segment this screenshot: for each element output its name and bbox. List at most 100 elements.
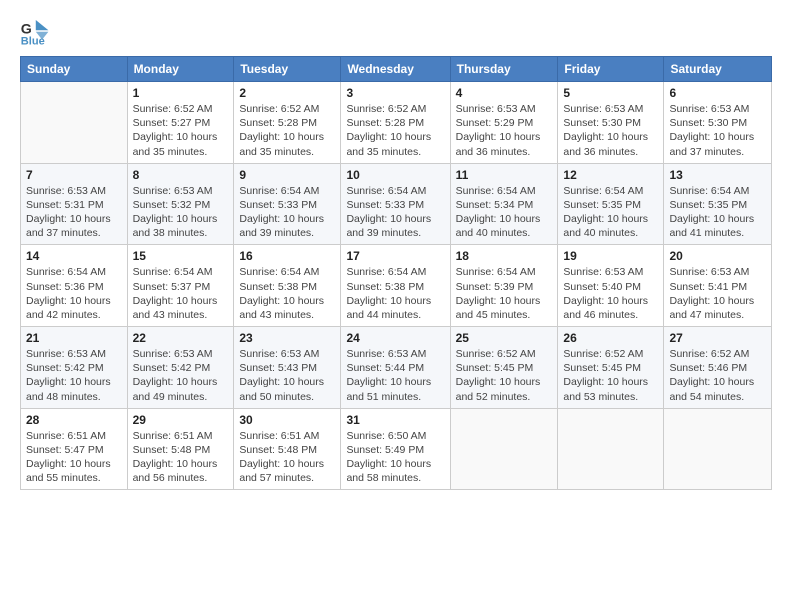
day-info: Sunrise: 6:53 AMSunset: 5:43 PMDaylight:…	[239, 347, 335, 404]
day-info: Sunrise: 6:50 AMSunset: 5:49 PMDaylight:…	[346, 429, 444, 486]
weekday-header-wednesday: Wednesday	[341, 57, 450, 82]
day-number: 26	[563, 331, 658, 345]
logo-icon: G Blue	[20, 16, 50, 46]
day-info: Sunrise: 6:54 AMSunset: 5:35 PMDaylight:…	[669, 184, 766, 241]
calendar-cell: 30 Sunrise: 6:51 AMSunset: 5:48 PMDayligh…	[234, 408, 341, 490]
logo: G Blue	[20, 16, 54, 46]
weekday-header-saturday: Saturday	[664, 57, 772, 82]
day-info: Sunrise: 6:53 AMSunset: 5:29 PMDaylight:…	[456, 102, 553, 159]
day-info: Sunrise: 6:53 AMSunset: 5:32 PMDaylight:…	[133, 184, 229, 241]
svg-text:Blue: Blue	[21, 35, 45, 46]
calendar-cell	[664, 408, 772, 490]
day-info: Sunrise: 6:53 AMSunset: 5:41 PMDaylight:…	[669, 265, 766, 322]
day-info: Sunrise: 6:54 AMSunset: 5:37 PMDaylight:…	[133, 265, 229, 322]
day-number: 9	[239, 168, 335, 182]
day-number: 30	[239, 413, 335, 427]
day-number: 31	[346, 413, 444, 427]
day-info: Sunrise: 6:53 AMSunset: 5:44 PMDaylight:…	[346, 347, 444, 404]
week-row-4: 21 Sunrise: 6:53 AMSunset: 5:42 PMDayligh…	[21, 327, 772, 409]
weekday-header-tuesday: Tuesday	[234, 57, 341, 82]
calendar-cell: 31 Sunrise: 6:50 AMSunset: 5:49 PMDayligh…	[341, 408, 450, 490]
weekday-header-thursday: Thursday	[450, 57, 558, 82]
calendar-cell: 3Sunrise: 6:52 AMSunset: 5:28 PMDaylight…	[341, 82, 450, 164]
calendar-cell: 21 Sunrise: 6:53 AMSunset: 5:42 PMDayligh…	[21, 327, 128, 409]
day-number: 2	[239, 86, 335, 100]
calendar-cell: 5 Sunrise: 6:53 AMSunset: 5:30 PMDaylight…	[558, 82, 664, 164]
day-info: Sunrise: 6:54 AMSunset: 5:36 PMDaylight:…	[26, 265, 122, 322]
day-info: Sunrise: 6:54 AMSunset: 5:39 PMDaylight:…	[456, 265, 553, 322]
calendar-cell: 22Sunrise: 6:53 AMSunset: 5:42 PMDayligh…	[127, 327, 234, 409]
calendar-cell: 19 Sunrise: 6:53 AMSunset: 5:40 PMDayligh…	[558, 245, 664, 327]
calendar-cell: 29Sunrise: 6:51 AMSunset: 5:48 PMDayligh…	[127, 408, 234, 490]
day-info: Sunrise: 6:53 AMSunset: 5:42 PMDaylight:…	[133, 347, 229, 404]
day-info: Sunrise: 6:54 AMSunset: 5:38 PMDaylight:…	[239, 265, 335, 322]
day-info: Sunrise: 6:54 AMSunset: 5:33 PMDaylight:…	[239, 184, 335, 241]
day-number: 13	[669, 168, 766, 182]
day-number: 16	[239, 249, 335, 263]
day-number: 21	[26, 331, 122, 345]
day-info: Sunrise: 6:54 AMSunset: 5:35 PMDaylight:…	[563, 184, 658, 241]
calendar-cell: 11Sunrise: 6:54 AMSunset: 5:34 PMDayligh…	[450, 163, 558, 245]
day-info: Sunrise: 6:54 AMSunset: 5:33 PMDaylight:…	[346, 184, 444, 241]
calendar-cell: 1Sunrise: 6:52 AMSunset: 5:27 PMDaylight…	[127, 82, 234, 164]
weekday-header-row: SundayMondayTuesdayWednesdayThursdayFrid…	[21, 57, 772, 82]
week-row-5: 28Sunrise: 6:51 AMSunset: 5:47 PMDayligh…	[21, 408, 772, 490]
day-info: Sunrise: 6:52 AMSunset: 5:46 PMDaylight:…	[669, 347, 766, 404]
weekday-header-sunday: Sunday	[21, 57, 128, 82]
day-number: 8	[133, 168, 229, 182]
day-number: 27	[669, 331, 766, 345]
calendar-cell: 7 Sunrise: 6:53 AMSunset: 5:31 PMDaylight…	[21, 163, 128, 245]
day-number: 24	[346, 331, 444, 345]
calendar-cell: 28Sunrise: 6:51 AMSunset: 5:47 PMDayligh…	[21, 408, 128, 490]
day-info: Sunrise: 6:53 AMSunset: 5:42 PMDaylight:…	[26, 347, 122, 404]
calendar-cell: 2 Sunrise: 6:52 AMSunset: 5:28 PMDaylight…	[234, 82, 341, 164]
day-info: Sunrise: 6:52 AMSunset: 5:28 PMDaylight:…	[239, 102, 335, 159]
day-info: Sunrise: 6:53 AMSunset: 5:31 PMDaylight:…	[26, 184, 122, 241]
calendar-cell	[450, 408, 558, 490]
day-info: Sunrise: 6:53 AMSunset: 5:40 PMDaylight:…	[563, 265, 658, 322]
week-row-1: 1Sunrise: 6:52 AMSunset: 5:27 PMDaylight…	[21, 82, 772, 164]
calendar-cell: 10 Sunrise: 6:54 AMSunset: 5:33 PMDayligh…	[341, 163, 450, 245]
day-number: 1	[133, 86, 229, 100]
day-info: Sunrise: 6:52 AMSunset: 5:45 PMDaylight:…	[563, 347, 658, 404]
calendar-cell: 4 Sunrise: 6:53 AMSunset: 5:29 PMDaylight…	[450, 82, 558, 164]
day-info: Sunrise: 6:52 AMSunset: 5:28 PMDaylight:…	[346, 102, 444, 159]
calendar-cell: 6 Sunrise: 6:53 AMSunset: 5:30 PMDaylight…	[664, 82, 772, 164]
calendar-cell: 18 Sunrise: 6:54 AMSunset: 5:39 PMDayligh…	[450, 245, 558, 327]
day-number: 14	[26, 249, 122, 263]
weekday-header-friday: Friday	[558, 57, 664, 82]
calendar-cell: 8 Sunrise: 6:53 AMSunset: 5:32 PMDaylight…	[127, 163, 234, 245]
day-number: 6	[669, 86, 766, 100]
day-number: 10	[346, 168, 444, 182]
day-number: 12	[563, 168, 658, 182]
calendar-cell: 15Sunrise: 6:54 AMSunset: 5:37 PMDayligh…	[127, 245, 234, 327]
day-info: Sunrise: 6:52 AMSunset: 5:45 PMDaylight:…	[456, 347, 553, 404]
day-number: 7	[26, 168, 122, 182]
day-number: 4	[456, 86, 553, 100]
day-number: 19	[563, 249, 658, 263]
calendar-cell: 27 Sunrise: 6:52 AMSunset: 5:46 PMDayligh…	[664, 327, 772, 409]
calendar-cell: 26 Sunrise: 6:52 AMSunset: 5:45 PMDayligh…	[558, 327, 664, 409]
day-number: 5	[563, 86, 658, 100]
day-number: 17	[346, 249, 444, 263]
weekday-header-monday: Monday	[127, 57, 234, 82]
calendar-cell: 9 Sunrise: 6:54 AMSunset: 5:33 PMDaylight…	[234, 163, 341, 245]
calendar-cell: 25Sunrise: 6:52 AMSunset: 5:45 PMDayligh…	[450, 327, 558, 409]
day-number: 18	[456, 249, 553, 263]
calendar-cell: 17 Sunrise: 6:54 AMSunset: 5:38 PMDayligh…	[341, 245, 450, 327]
day-number: 20	[669, 249, 766, 263]
calendar-cell	[21, 82, 128, 164]
calendar-cell: 16 Sunrise: 6:54 AMSunset: 5:38 PMDayligh…	[234, 245, 341, 327]
day-number: 23	[239, 331, 335, 345]
calendar-cell: 23 Sunrise: 6:53 AMSunset: 5:43 PMDayligh…	[234, 327, 341, 409]
day-info: Sunrise: 6:51 AMSunset: 5:48 PMDaylight:…	[239, 429, 335, 486]
calendar-cell: 12 Sunrise: 6:54 AMSunset: 5:35 PMDayligh…	[558, 163, 664, 245]
calendar-cell: 14 Sunrise: 6:54 AMSunset: 5:36 PMDayligh…	[21, 245, 128, 327]
week-row-2: 7 Sunrise: 6:53 AMSunset: 5:31 PMDaylight…	[21, 163, 772, 245]
calendar-cell: 20 Sunrise: 6:53 AMSunset: 5:41 PMDayligh…	[664, 245, 772, 327]
day-info: Sunrise: 6:54 AMSunset: 5:38 PMDaylight:…	[346, 265, 444, 322]
day-info: Sunrise: 6:53 AMSunset: 5:30 PMDaylight:…	[669, 102, 766, 159]
day-info: Sunrise: 6:51 AMSunset: 5:47 PMDaylight:…	[26, 429, 122, 486]
day-info: Sunrise: 6:53 AMSunset: 5:30 PMDaylight:…	[563, 102, 658, 159]
calendar-table: SundayMondayTuesdayWednesdayThursdayFrid…	[20, 56, 772, 490]
